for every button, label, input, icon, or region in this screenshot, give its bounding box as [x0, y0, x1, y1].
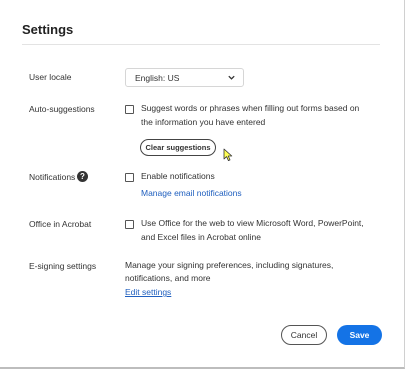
e-signing-text-line1: Manage your signing preferences, includi… — [125, 260, 334, 270]
mouse-cursor-icon — [223, 148, 233, 161]
clear-suggestions-button[interactable]: Clear suggestions — [140, 139, 216, 156]
enable-notifications-text: Enable notifications — [141, 171, 215, 181]
notifications-label: Notifications — [29, 172, 76, 182]
user-locale-label: User locale — [29, 72, 72, 82]
auto-suggestions-text-line2: the information you have entered — [141, 117, 266, 127]
help-circle-icon[interactable]: ? — [77, 171, 88, 182]
edit-settings-link[interactable]: Edit settings — [125, 287, 171, 297]
user-locale-value: English: US — [135, 73, 180, 83]
title-divider — [22, 44, 380, 45]
dialog-title: Settings — [22, 22, 74, 37]
auto-suggestions-label: Auto-suggestions — [29, 104, 95, 114]
auto-suggestions-text-line1: Suggest words or phrases when filling ou… — [141, 103, 360, 113]
save-button[interactable]: Save — [337, 325, 382, 345]
auto-suggestions-checkbox[interactable] — [125, 105, 134, 114]
office-text-line2: and Excel files in Acrobat online — [141, 232, 262, 242]
office-in-acrobat-label: Office in Acrobat — [29, 219, 92, 229]
cancel-button[interactable]: Cancel — [281, 325, 327, 345]
office-in-acrobat-checkbox[interactable] — [125, 220, 134, 229]
manage-email-notifications-link[interactable]: Manage email notifications — [141, 188, 242, 198]
user-locale-select[interactable]: English: US — [125, 68, 244, 87]
office-text-line1: Use Office for the web to view Microsoft… — [141, 218, 364, 228]
chevron-down-icon — [228, 75, 235, 80]
e-signing-text-line2: notifications, and more — [125, 273, 211, 283]
enable-notifications-checkbox[interactable] — [125, 173, 134, 182]
settings-dialog: Settings User locale English: US Auto-su… — [0, 0, 405, 369]
e-signing-label: E-signing settings — [29, 261, 97, 271]
